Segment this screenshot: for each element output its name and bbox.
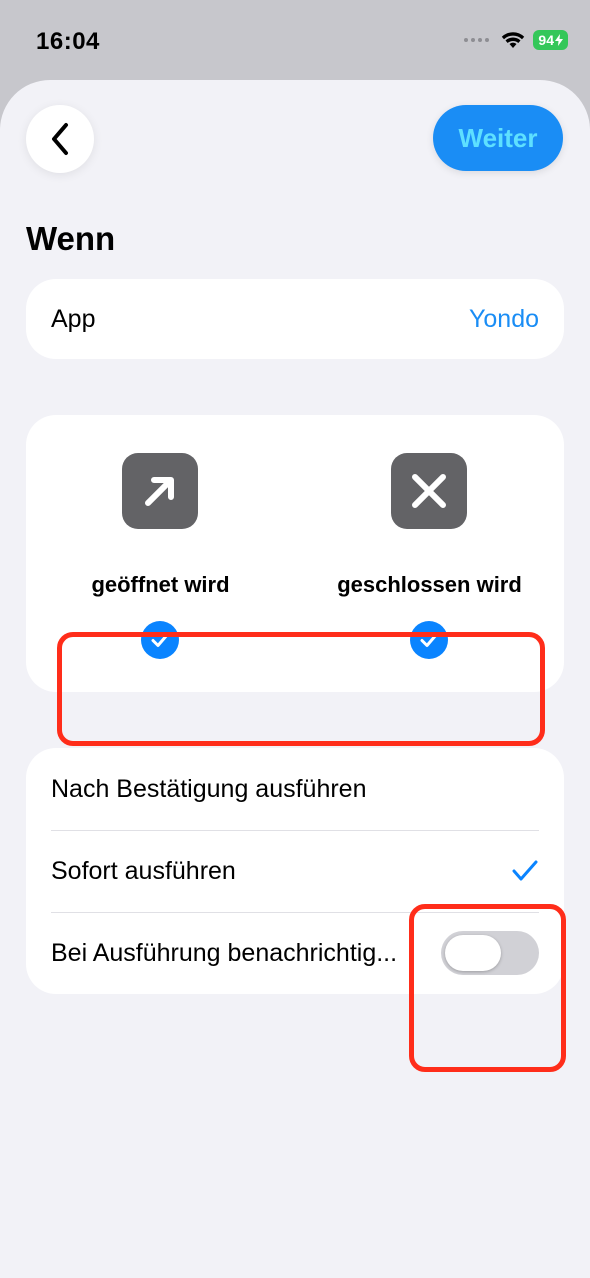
signal-icon	[464, 38, 490, 42]
option-label: Nach Bestätigung ausführen	[51, 774, 367, 803]
app-row[interactable]: App Yondo	[26, 279, 564, 359]
next-button[interactable]: Weiter	[433, 105, 563, 171]
back-button[interactable]	[26, 105, 94, 173]
option-label: Sofort ausführen	[51, 856, 236, 885]
battery-indicator: 94	[533, 30, 568, 50]
close-x-icon	[391, 453, 467, 529]
section-title: Wenn	[26, 220, 116, 257]
wifi-icon	[502, 32, 525, 48]
app-row-label: App	[51, 304, 96, 333]
arrow-up-right-icon	[122, 453, 198, 529]
battery-level: 94	[538, 32, 554, 48]
charging-icon	[555, 34, 563, 46]
option-confirm-before-run[interactable]: Nach Bestätigung ausführen	[51, 748, 539, 831]
chevron-left-icon	[52, 123, 68, 155]
checkmark-icon	[512, 860, 538, 881]
option-label: Bei Ausführung benachrichtig...	[51, 938, 398, 967]
status-bar: 16:04 94	[0, 0, 590, 80]
app-card: App Yondo	[26, 279, 564, 359]
event-opened-label: geöffnet wird	[91, 572, 230, 597]
status-icons: 94	[464, 30, 568, 50]
status-time: 16:04	[36, 28, 100, 55]
event-closed-label: geschlossen wird	[337, 572, 522, 597]
highlight-box-events	[57, 632, 545, 746]
option-run-immediately[interactable]: Sofort ausführen	[51, 830, 539, 913]
automation-sheet: Weiter Wenn App Yondo geöffnet wird gesc…	[0, 80, 590, 1278]
app-row-value: Yondo	[469, 304, 539, 333]
highlight-box-options	[409, 904, 566, 1072]
